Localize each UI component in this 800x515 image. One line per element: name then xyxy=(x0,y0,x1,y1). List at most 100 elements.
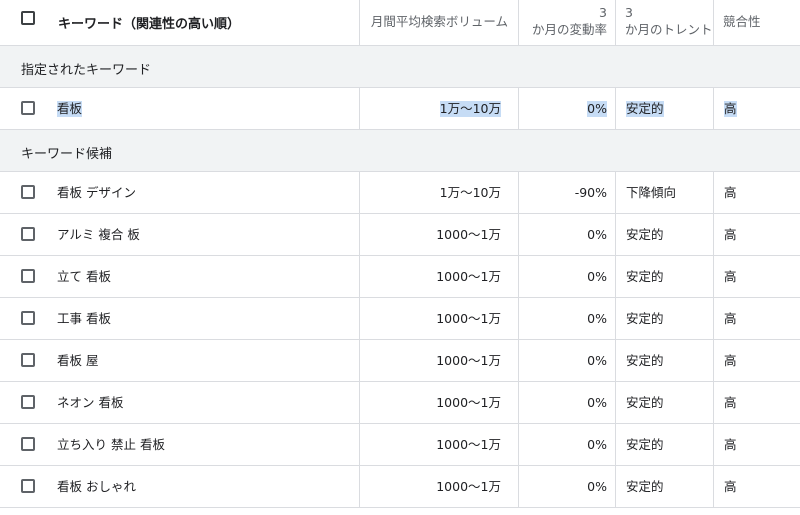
table-row[interactable]: 看板 屋 1000～1万 0% 安定的 高 xyxy=(0,340,800,382)
trend-cell: 安定的 xyxy=(615,298,713,339)
trend-text: 安定的 xyxy=(626,269,664,284)
volume-text: 1000～1万 xyxy=(436,437,501,452)
table-row[interactable]: 看板 おしゃれ 1000～1万 0% 安定的 高 xyxy=(0,466,800,508)
row-checkbox[interactable] xyxy=(21,311,35,325)
competition-cell: 高 xyxy=(713,382,800,423)
competition-cell: 高 xyxy=(713,256,800,297)
change-cell: 0% xyxy=(518,340,615,381)
header-change-label: 3 か月の変動率 xyxy=(532,4,607,38)
row-checkbox[interactable] xyxy=(21,185,35,199)
keyword-cell: 立ち入り 禁止 看板 xyxy=(46,424,359,465)
competition-cell: 高 xyxy=(713,466,800,507)
change-text: 0% xyxy=(587,353,607,368)
competition-text: 高 xyxy=(724,479,737,494)
select-all-checkbox[interactable] xyxy=(21,11,35,25)
keyword-cell: 看板 デザイン xyxy=(46,172,359,213)
change-text: 0% xyxy=(587,101,607,117)
table-row[interactable]: 立ち入り 禁止 看板 1000～1万 0% 安定的 高 xyxy=(0,424,800,466)
row-checkbox[interactable] xyxy=(21,353,35,367)
competition-text: 高 xyxy=(724,101,737,117)
header-volume-label: 月間平均検索ボリューム xyxy=(370,14,508,29)
volume-text: 1万～10万 xyxy=(439,101,501,117)
header-trend[interactable]: 3 か月のトレント xyxy=(615,0,713,45)
competition-cell: 高 xyxy=(713,424,800,465)
volume-text: 1万～10万 xyxy=(439,185,501,200)
row-checkbox-cell xyxy=(0,214,46,255)
keyword-cell: 看板 屋 xyxy=(46,340,359,381)
change-cell: 0% xyxy=(518,256,615,297)
row-checkbox[interactable] xyxy=(21,269,35,283)
header-change-line2: か月の変動率 xyxy=(531,22,607,37)
header-change-line1: 3 xyxy=(599,5,607,20)
keyword-cell: 看板 おしゃれ xyxy=(46,466,359,507)
competition-cell: 高 xyxy=(713,214,800,255)
keyword-text: アルミ 複合 板 xyxy=(57,227,140,242)
volume-text: 1000～1万 xyxy=(436,311,501,326)
row-checkbox[interactable] xyxy=(21,479,35,493)
header-volume[interactable]: 月間平均検索ボリューム xyxy=(359,0,518,45)
table-row[interactable]: 立て 看板 1000～1万 0% 安定的 高 xyxy=(0,256,800,298)
row-checkbox-cell xyxy=(0,298,46,339)
trend-text: 安定的 xyxy=(626,479,664,494)
volume-cell: 1000～1万 xyxy=(359,256,518,297)
volume-cell: 1万～10万 xyxy=(359,88,518,129)
header-keyword-label: キーワード（関連性の高い順） xyxy=(58,17,241,32)
trend-text: 安定的 xyxy=(626,101,664,117)
competition-text: 高 xyxy=(724,227,737,242)
row-checkbox[interactable] xyxy=(21,437,35,451)
competition-text: 高 xyxy=(724,269,737,284)
volume-cell: 1000～1万 xyxy=(359,214,518,255)
volume-cell: 1000～1万 xyxy=(359,424,518,465)
group-label: 指定されたキーワード xyxy=(21,63,152,78)
keyword-text: 看板 xyxy=(57,101,83,117)
row-checkbox-cell xyxy=(0,172,46,213)
change-cell: 0% xyxy=(518,298,615,339)
competition-cell: 高 xyxy=(713,298,800,339)
table-row[interactable]: 看板 1万～10万 0% 安定的 高 xyxy=(0,88,800,130)
competition-cell: 高 xyxy=(713,88,800,129)
trend-cell: 安定的 xyxy=(615,256,713,297)
row-checkbox[interactable] xyxy=(21,395,35,409)
header-checkbox-cell xyxy=(0,0,46,45)
group-label: キーワード候補 xyxy=(21,147,113,162)
row-checkbox[interactable] xyxy=(21,227,35,241)
competition-cell: 高 xyxy=(713,340,800,381)
table-row[interactable]: ネオン 看板 1000～1万 0% 安定的 高 xyxy=(0,382,800,424)
change-text: 0% xyxy=(587,227,607,242)
table-row[interactable]: 工事 看板 1000～1万 0% 安定的 高 xyxy=(0,298,800,340)
table-row[interactable]: 看板 デザイン 1万～10万 -90% 下降傾向 高 xyxy=(0,172,800,214)
header-change[interactable]: 3 か月の変動率 xyxy=(518,0,615,45)
change-text: 0% xyxy=(587,269,607,284)
volume-cell: 1000～1万 xyxy=(359,466,518,507)
volume-cell: 1000～1万 xyxy=(359,382,518,423)
header-trend-line2: か月のトレント xyxy=(625,22,713,37)
competition-text: 高 xyxy=(724,395,737,410)
keyword-cell: ネオン 看板 xyxy=(46,382,359,423)
row-checkbox-cell xyxy=(0,382,46,423)
header-keyword[interactable]: キーワード（関連性の高い順） xyxy=(46,0,359,45)
keyword-text: 看板 屋 xyxy=(57,353,99,368)
competition-text: 高 xyxy=(724,353,737,368)
volume-text: 1000～1万 xyxy=(436,479,501,494)
volume-cell: 1000～1万 xyxy=(359,298,518,339)
keyword-text: 工事 看板 xyxy=(57,311,111,326)
row-checkbox-cell xyxy=(0,340,46,381)
volume-text: 1000～1万 xyxy=(436,227,501,242)
change-cell: 0% xyxy=(518,382,615,423)
change-text: 0% xyxy=(587,479,607,494)
keyword-cell: 工事 看板 xyxy=(46,298,359,339)
volume-text: 1000～1万 xyxy=(436,395,501,410)
trend-text: 安定的 xyxy=(626,227,664,242)
trend-text: 安定的 xyxy=(626,437,664,452)
row-checkbox-cell xyxy=(0,88,46,129)
row-checkbox[interactable] xyxy=(21,101,35,115)
change-text: 0% xyxy=(587,395,607,410)
keyword-text: 立て 看板 xyxy=(57,269,111,284)
table-row[interactable]: アルミ 複合 板 1000～1万 0% 安定的 高 xyxy=(0,214,800,256)
keyword-table: キーワード（関連性の高い順） 月間平均検索ボリューム 3 か月の変動率 3 か月… xyxy=(0,0,800,515)
volume-text: 1000～1万 xyxy=(436,269,501,284)
trend-cell: 安定的 xyxy=(615,340,713,381)
header-competition[interactable]: 競合性 xyxy=(713,0,800,45)
competition-text: 高 xyxy=(724,311,737,326)
change-cell: 0% xyxy=(518,466,615,507)
